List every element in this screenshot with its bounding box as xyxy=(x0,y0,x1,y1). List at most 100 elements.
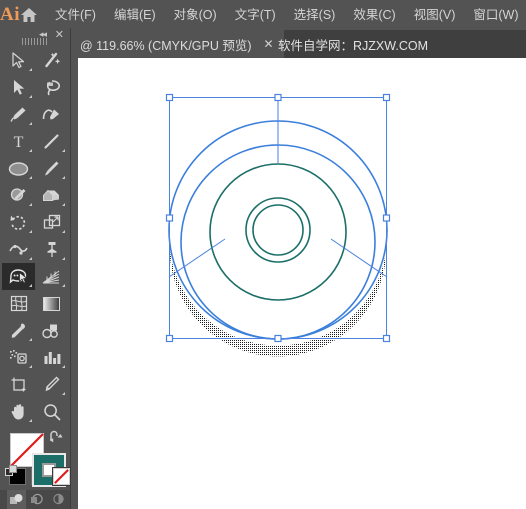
paintbrush-tool[interactable] xyxy=(35,155,68,182)
handle-top-right xyxy=(382,93,391,102)
column-graph-tool[interactable] xyxy=(35,344,68,371)
ellipse-icon xyxy=(8,162,29,176)
artboard-canvas[interactable] xyxy=(78,58,526,509)
symbol-sprayer-tool[interactable] xyxy=(2,344,35,371)
document-tab[interactable]: @ 119.66% (CMYK/GPU 预览) ✕ xyxy=(70,30,284,58)
blend-shapes-icon xyxy=(42,324,58,339)
mesh-tool[interactable] xyxy=(2,290,35,317)
ellipse-tool[interactable] xyxy=(2,155,35,182)
tool-grid: T xyxy=(0,45,70,425)
close-icon[interactable]: ✕ xyxy=(264,38,274,50)
eyedropper-icon xyxy=(11,323,25,339)
artwork-container xyxy=(78,58,526,509)
tool-more-corner xyxy=(29,365,32,369)
menu-window[interactable]: 窗口(W) xyxy=(464,0,526,30)
menu-type[interactable]: 文字(T) xyxy=(226,0,285,30)
scale-tool[interactable] xyxy=(35,209,68,236)
magic-wand-tool[interactable] xyxy=(35,47,68,74)
pushpin-icon xyxy=(46,242,57,258)
handle-top-left xyxy=(165,93,174,102)
default-fill-stroke-icon[interactable] xyxy=(5,465,18,478)
tool-more-corner xyxy=(29,176,32,180)
tool-more-corner xyxy=(29,257,32,261)
direct-selection-tool[interactable] xyxy=(2,74,35,101)
selection-arrow-icon xyxy=(12,52,25,69)
tool-more-corner xyxy=(29,95,32,99)
document-tab-title: @ 119.66% (CMYK/GPU 预览) xyxy=(80,38,252,53)
slice-knife-icon xyxy=(45,376,60,392)
handle-bottom-center xyxy=(274,334,282,343)
rotate-tool[interactable] xyxy=(2,209,35,236)
type-tool[interactable]: T xyxy=(2,128,35,155)
menu-bar: Ai 文件(F) 编辑(E) 对象(O) 文字(T) 选择(S) 效果(C) 视… xyxy=(0,0,526,30)
rotate-arrow-icon xyxy=(10,215,26,231)
none-slash-small-icon xyxy=(54,469,69,484)
panel-close-icon[interactable]: ✕ xyxy=(55,28,64,43)
lasso-icon xyxy=(46,80,60,96)
tools-panel-header: ◂◂ ✕ xyxy=(0,28,70,41)
eyedropper-tool[interactable] xyxy=(2,317,35,344)
selection-tool[interactable] xyxy=(2,47,35,74)
draw-behind-icon xyxy=(31,493,43,505)
menu-effect[interactable]: 效果(C) xyxy=(344,0,404,30)
tool-more-corner xyxy=(29,203,32,207)
home-glyph xyxy=(21,8,37,22)
document-tab-bar: @ 119.66% (CMYK/GPU 预览) ✕ 软件自学网：RJZXW.CO… xyxy=(0,30,526,58)
handle-middle-left xyxy=(165,214,174,222)
home-icon[interactable] xyxy=(20,0,38,30)
direct-selection-arrow-icon xyxy=(14,80,25,95)
curvature-tool[interactable] xyxy=(35,101,68,128)
artboard-tool[interactable] xyxy=(2,371,35,398)
handle-top-center xyxy=(274,93,282,102)
shaper-icon xyxy=(10,188,25,201)
collapse-icon[interactable]: ◂◂ xyxy=(39,29,47,40)
hand-tool[interactable] xyxy=(2,398,35,425)
shape-builder-tool[interactable] xyxy=(2,263,35,291)
artboard-icon xyxy=(11,377,25,392)
diagonal-guide-left xyxy=(168,238,226,278)
handle-bottom-left xyxy=(165,334,174,343)
magnifier-icon xyxy=(43,404,60,421)
tool-more-corner xyxy=(62,230,65,234)
lasso-tool[interactable] xyxy=(35,74,68,101)
tool-more-corner xyxy=(62,176,65,180)
none-mode-button[interactable] xyxy=(52,467,71,486)
line-diagonal-icon xyxy=(44,134,59,149)
line-segment-tool[interactable] xyxy=(35,128,68,155)
handle-bottom-right xyxy=(382,334,391,343)
swap-fill-stroke-icon[interactable] xyxy=(49,430,63,444)
tool-more-corner xyxy=(62,257,65,261)
gradient-icon xyxy=(43,296,60,311)
width-tool[interactable] xyxy=(2,236,35,263)
menu-view[interactable]: 视图(V) xyxy=(405,0,465,30)
illustrator-window: Ai 文件(F) 编辑(E) 对象(O) 文字(T) 选择(S) 效果(C) 视… xyxy=(0,0,526,509)
zoom-tool[interactable] xyxy=(35,398,68,425)
shaper-tool[interactable] xyxy=(2,182,35,209)
tool-more-corner xyxy=(29,230,32,234)
fill-stroke-controls xyxy=(0,429,70,488)
app-logo: Ai xyxy=(0,4,20,25)
bar-chart-icon xyxy=(44,351,60,364)
free-transform-tool[interactable] xyxy=(35,236,68,263)
menu-object[interactable]: 对象(O) xyxy=(165,0,226,30)
menu-edit[interactable]: 编辑(E) xyxy=(105,0,165,30)
selection-overlay xyxy=(165,93,391,343)
menu-file[interactable]: 文件(F) xyxy=(46,0,105,30)
gradient-tool[interactable] xyxy=(35,290,68,317)
width-tool-icon xyxy=(9,244,28,255)
curvature-pen-icon xyxy=(42,109,59,120)
pen-nib-icon xyxy=(10,107,26,123)
site-watermark-label: 软件自学网：RJZXW.COM xyxy=(278,38,428,53)
draw-inside-button[interactable] xyxy=(49,490,68,509)
scale-squares-icon xyxy=(43,215,60,229)
draw-normal-button[interactable] xyxy=(7,490,26,509)
drawing-mode-buttons xyxy=(0,490,70,509)
mesh-icon xyxy=(10,296,27,312)
slice-tool[interactable] xyxy=(35,371,68,398)
eraser-tool[interactable] xyxy=(35,182,68,209)
pen-tool[interactable] xyxy=(2,101,35,128)
draw-behind-button[interactable] xyxy=(28,490,47,509)
blend-tool[interactable] xyxy=(35,317,68,344)
perspective-grid-tool[interactable] xyxy=(35,263,68,290)
menu-select[interactable]: 选择(S) xyxy=(285,0,345,30)
